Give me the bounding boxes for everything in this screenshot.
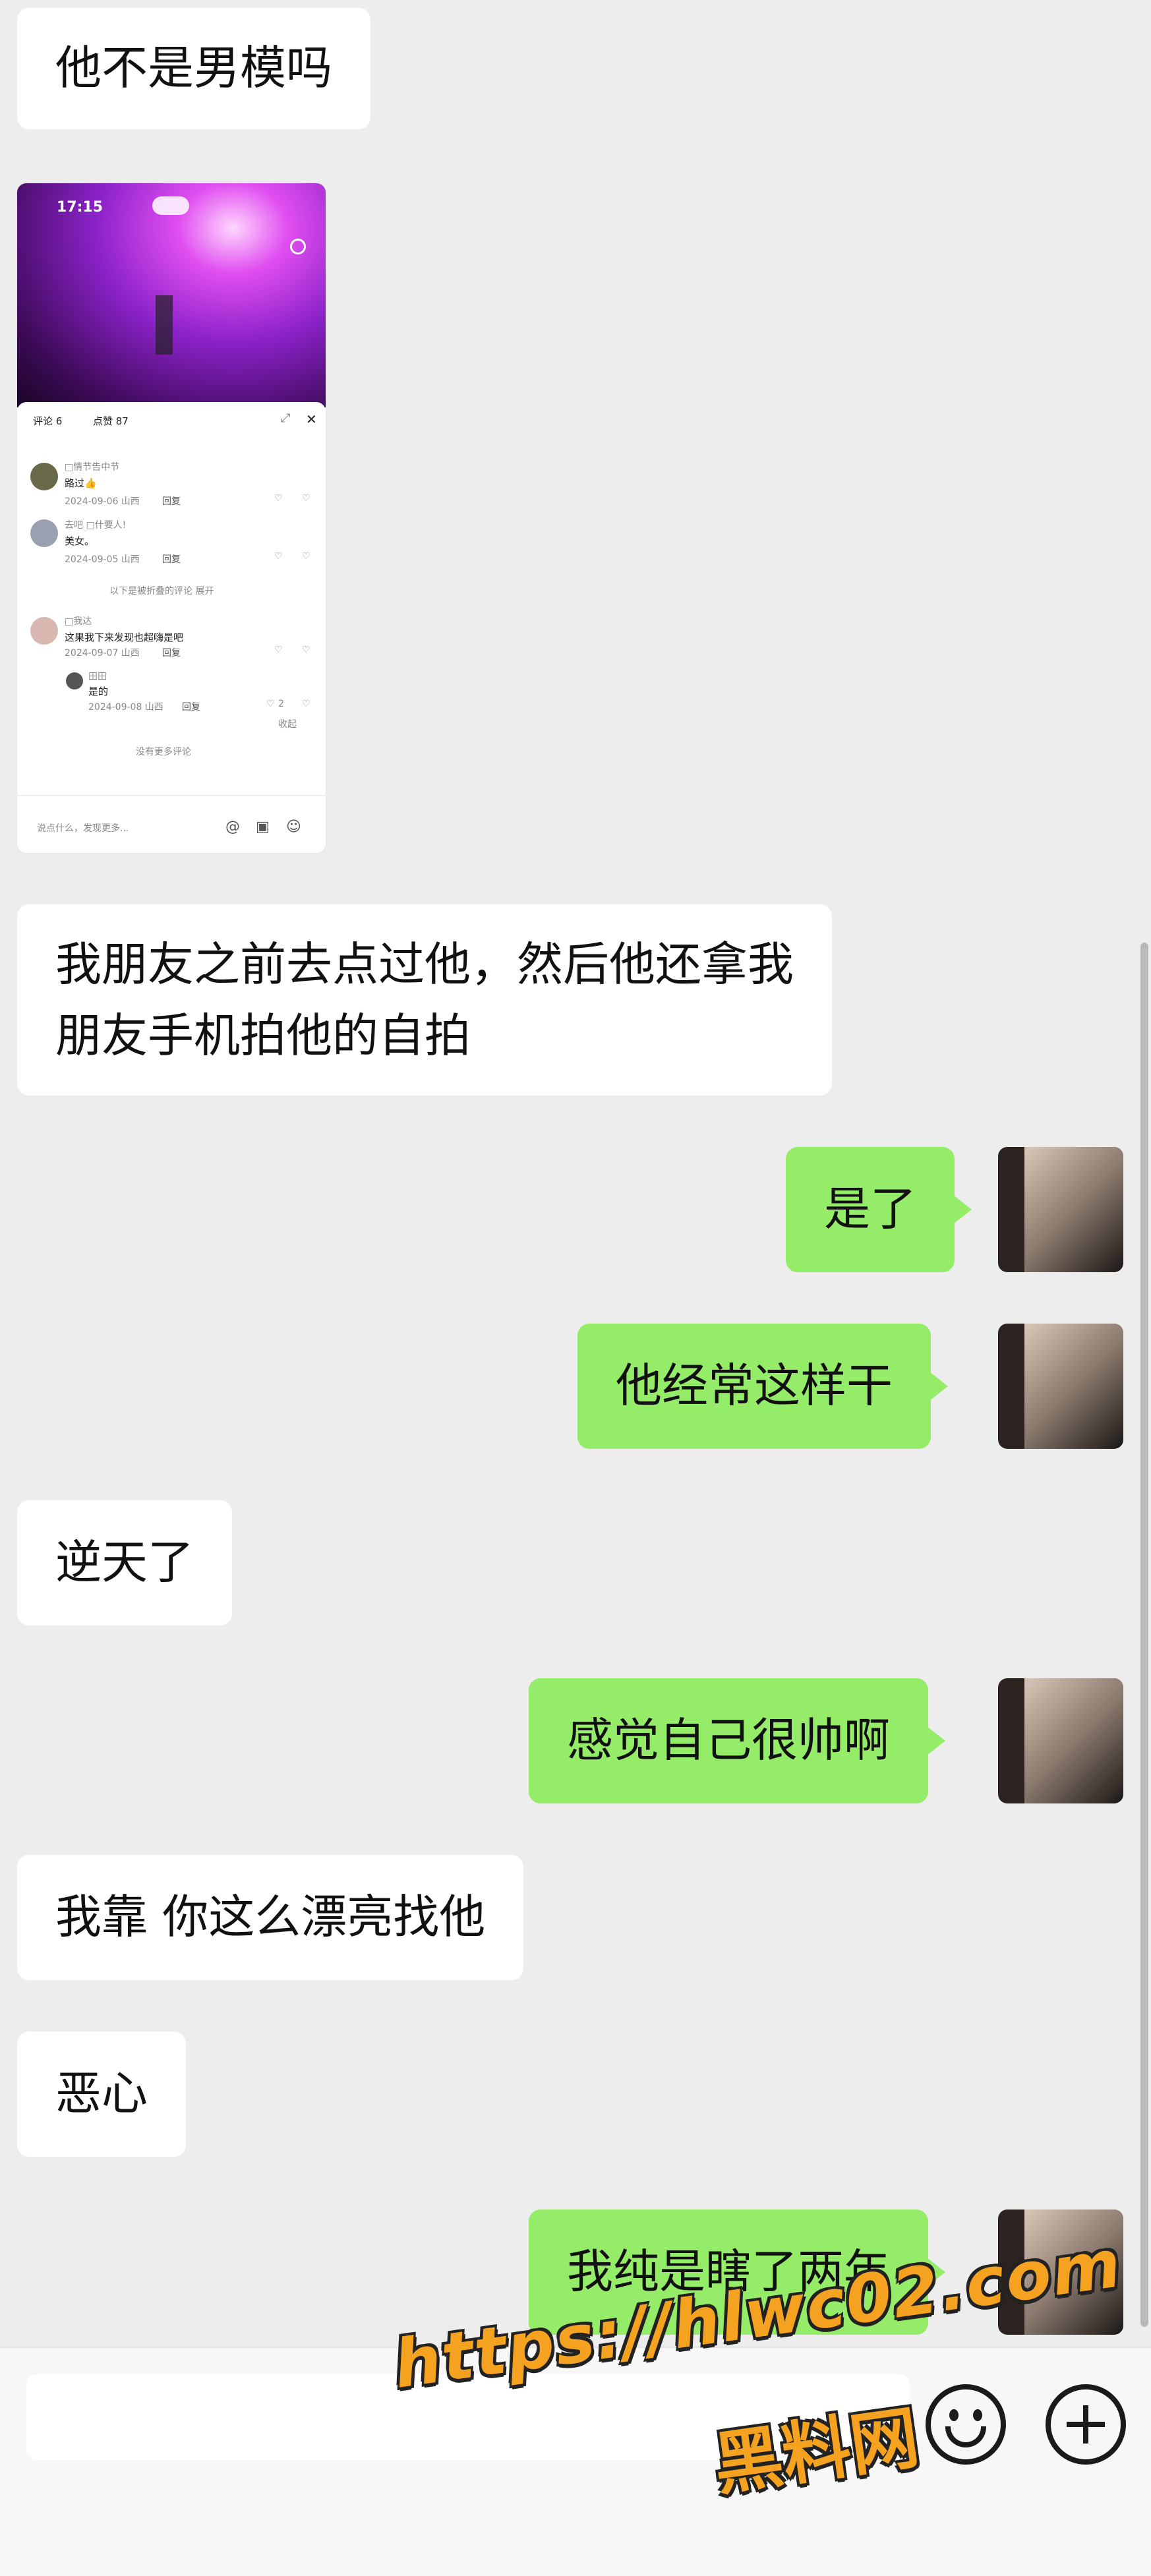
avatar-photo <box>1024 1147 1123 1272</box>
avatar[interactable] <box>998 1678 1123 1803</box>
avatar[interactable] <box>998 1147 1123 1272</box>
message-bubble[interactable]: 是了 <box>786 1147 972 1272</box>
avatar-photo <box>1024 1678 1123 1803</box>
video-frame: 17:15 <box>17 183 326 407</box>
at-icon[interactable]: @ <box>225 819 240 835</box>
input-bar <box>0 2347 1151 2576</box>
dislike-icon[interactable]: ♡ <box>302 645 310 655</box>
reply-button[interactable]: 回复 <box>162 494 181 508</box>
message-bubble[interactable]: 他不是男模吗 <box>17 8 370 129</box>
emoji-icon[interactable] <box>926 2384 1006 2465</box>
emoji-eye-right <box>973 2409 982 2421</box>
message-bubble[interactable]: 我朋友之前去点过他，然后他还拿我 朋友手机拍他的自拍 <box>17 904 832 1096</box>
emoji-mouth <box>945 2426 986 2447</box>
scrollbar[interactable] <box>1140 943 1148 2327</box>
status-time: 17:15 <box>57 199 103 216</box>
plus-icon[interactable] <box>1046 2384 1126 2465</box>
dislike-icon[interactable]: ♡ <box>302 493 310 504</box>
dislike-icon[interactable]: ♡ <box>302 551 310 562</box>
expand-icon[interactable]: ⤢ <box>281 411 290 425</box>
reply-button[interactable]: 回复 <box>162 646 181 659</box>
message-bubble[interactable]: 感觉自己很帅啊 <box>529 1678 945 1803</box>
avatar-photo <box>1024 1324 1123 1449</box>
avatar[interactable] <box>30 617 58 645</box>
heart-icon[interactable]: ♡ <box>274 551 283 562</box>
heart-icon[interactable]: ♡ <box>274 645 283 655</box>
fold-button[interactable]: 收起 <box>278 717 297 730</box>
collapsed-comments-toggle[interactable]: 以下是被折叠的评论 展开 <box>109 584 214 597</box>
image-icon[interactable]: ▣ <box>256 819 270 835</box>
comment-input[interactable]: 说点什么，发现更多... <box>37 821 129 834</box>
dislike-icon[interactable]: ♡ <box>302 699 310 709</box>
message-bubble[interactable]: 他经常这样干 <box>577 1324 948 1449</box>
divider <box>17 795 326 796</box>
reply-button[interactable]: 回复 <box>182 700 200 713</box>
close-icon[interactable]: ✕ <box>306 411 317 427</box>
message-bubble[interactable]: 恶心 <box>17 2032 186 2157</box>
message-bubble[interactable]: 逆天了 <box>17 1500 232 1625</box>
chat-area[interactable]: 他不是男模吗 17:15 评论 6 点赞 87 ✕ ⤢ □情节告中节 路过👍 2… <box>0 0 1151 2347</box>
avatar[interactable] <box>30 519 58 547</box>
likes-tab[interactable]: 点赞 87 <box>93 414 129 428</box>
reply-button[interactable]: 回复 <box>162 552 181 566</box>
comments-panel: 评论 6 点赞 87 ✕ ⤢ □情节告中节 路过👍 2024-09-06 山西 … <box>17 402 326 853</box>
heart-icon[interactable]: ♡ <box>274 493 283 504</box>
avatar[interactable] <box>998 1324 1123 1449</box>
avatar[interactable] <box>30 463 58 490</box>
comments-tab[interactable]: 评论 6 <box>33 414 62 428</box>
message-bubble[interactable]: 我靠 你这么漂亮找他 <box>17 1855 524 1980</box>
emoji-icon[interactable]: ☺ <box>286 819 301 835</box>
stage-figure <box>156 295 173 355</box>
avatar[interactable] <box>66 672 83 689</box>
heart-icon[interactable]: ♡ <box>266 699 275 709</box>
pill-indicator <box>152 196 189 215</box>
shared-screenshot-image[interactable]: 17:15 评论 6 点赞 87 ✕ ⤢ □情节告中节 路过👍 2024-09-… <box>17 183 326 853</box>
plus-vertical <box>1083 2405 1088 2444</box>
emoji-eye-left <box>949 2409 959 2421</box>
search-icon[interactable] <box>290 239 306 254</box>
